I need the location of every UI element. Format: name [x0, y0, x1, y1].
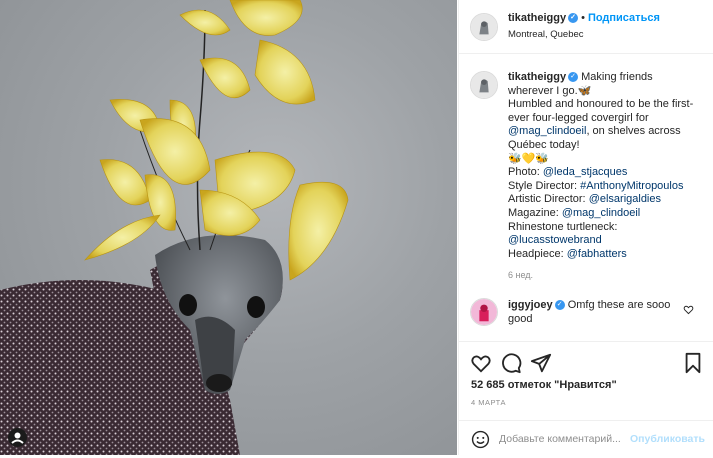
verified-badge-icon: ✓	[568, 72, 579, 83]
bookmark-icon[interactable]	[682, 352, 704, 374]
credit-label: Magazine:	[508, 206, 562, 219]
credit-line: Headpiece: @fabhatters	[508, 248, 698, 262]
caption-age[interactable]: 6 нед.	[508, 270, 533, 280]
mention-link[interactable]: @mag_clindoeil	[562, 207, 640, 219]
post-header: tikatheiggy ✓ • Подписаться Montreal, Quebe…	[459, 0, 713, 54]
post-side-panel: tikatheiggy ✓ • Подписаться Montreal, Quebe…	[458, 0, 713, 455]
credit-line: Photo: @leda_stjacques	[508, 166, 698, 180]
mention-link[interactable]: @fabhatters	[567, 248, 627, 260]
caption-line-1: tikatheiggy ✓ Making friends wherever I g…	[508, 71, 698, 98]
hashtag-link[interactable]: #AnthonyMitropoulos	[580, 180, 683, 192]
post-date[interactable]: 4 МАРТА	[471, 398, 506, 407]
header-username-row: tikatheiggy ✓ • Подписаться	[508, 12, 660, 24]
cut-off-comment: …	[508, 336, 517, 340]
caption: tikatheiggy ✓ Making friends wherever I g…	[508, 71, 698, 261]
credit-label: Photo:	[508, 166, 543, 179]
credit-line: Rhinestone turtleneck: @lucasstowebrand	[508, 221, 698, 248]
comment-input[interactable]	[499, 431, 629, 447]
comment: iggyjoey ✓ Omfg these are sooo good	[508, 298, 683, 326]
avatar[interactable]	[470, 13, 498, 41]
mention-link[interactable]: @leda_stjacques	[543, 166, 628, 178]
verified-badge-icon: ✓	[568, 13, 579, 24]
credit-label: Artistic Director:	[508, 193, 589, 206]
mention-link[interactable]: @lucasstowebrand	[508, 234, 602, 246]
heart-icon[interactable]	[470, 352, 492, 374]
comment-username[interactable]: iggyjoey	[508, 299, 553, 311]
mention-link[interactable]: @mag_clindoeil	[508, 125, 586, 137]
credit-label: Rhinestone turtleneck:	[508, 220, 618, 233]
follow-button[interactable]: Подписаться	[588, 12, 660, 24]
caption-username[interactable]: tikatheiggy	[508, 71, 566, 83]
username-link[interactable]: tikatheiggy	[508, 12, 566, 24]
emoji-icon[interactable]	[471, 430, 490, 449]
credit-label: Headpiece:	[508, 247, 567, 260]
user-tag-icon[interactable]	[8, 428, 27, 447]
post-actions: 52 685 отметок "Нравится" 4 МАРТА Опубли…	[459, 341, 713, 457]
credit-line: Magazine: @mag_clindoeil	[508, 207, 698, 221]
caption-text: Humbled and honoured to be the first-eve…	[508, 98, 694, 124]
credit-line: Artistic Director: @elsarigaldies	[508, 193, 698, 207]
caption-avatar[interactable]	[470, 71, 498, 99]
verified-badge-icon: ✓	[554, 300, 565, 311]
dog-butterfly-photo	[0, 0, 349, 455]
location-link[interactable]: Montreal, Quebec	[508, 29, 584, 40]
post-image[interactable]	[0, 0, 457, 455]
comment-icon[interactable]	[500, 352, 522, 374]
add-comment-bar: Опубликовать	[459, 420, 713, 458]
comment-like-heart-icon[interactable]	[683, 304, 694, 315]
separator-dot: •	[581, 12, 585, 24]
caption-emoji: 🐝💛🐝	[508, 152, 550, 165]
likes-count[interactable]: 52 685 отметок "Нравится"	[471, 379, 617, 391]
caption-line-2: Humbled and honoured to be the first-eve…	[508, 98, 698, 152]
publish-button[interactable]: Опубликовать	[630, 433, 705, 445]
commenter-avatar[interactable]	[470, 298, 498, 326]
credit-line: Style Director: #AnthonyMitropoulos	[508, 180, 698, 194]
comments-area[interactable]: tikatheiggy ✓ Making friends wherever I g…	[459, 54, 713, 340]
share-icon[interactable]	[530, 352, 552, 374]
credit-label: Style Director:	[508, 179, 581, 192]
mention-link[interactable]: @elsarigaldies	[589, 193, 661, 205]
